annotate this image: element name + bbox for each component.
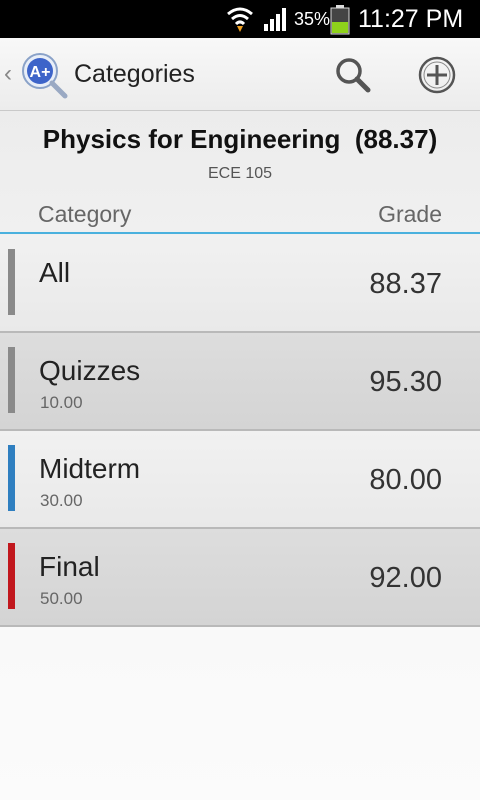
battery-icon (330, 5, 350, 35)
category-color-bar (8, 347, 15, 413)
signal-icon (264, 8, 286, 31)
app-grade-icon[interactable]: A+ (20, 51, 68, 99)
wifi-icon (227, 7, 253, 32)
action-bar: ‹ A+ Categories (0, 38, 480, 111)
category-weight: 50.00 (40, 589, 83, 608)
svg-text:A+: A+ (30, 64, 51, 81)
battery-percent: 35% (294, 9, 331, 29)
status-bar: 35% 11:27 PM (0, 0, 480, 38)
category-color-bar (8, 249, 15, 315)
category-weight: 30.00 (40, 491, 83, 510)
category-name: All (39, 257, 71, 288)
category-name: Final (39, 551, 100, 582)
category-row-quizzes[interactable]: Quizzes 10.00 95.30 (0, 333, 480, 431)
back-chevron-icon[interactable]: ‹ (4, 60, 12, 88)
category-grade: 80.00 (369, 464, 442, 496)
add-circle-icon[interactable] (416, 54, 458, 96)
category-color-bar (8, 543, 15, 609)
category-column-label: Category (38, 201, 132, 227)
category-row-all[interactable]: All 88.37 (0, 235, 480, 333)
screen-title: Categories (74, 60, 195, 88)
search-icon[interactable] (332, 54, 374, 96)
category-grade: 92.00 (369, 562, 442, 594)
column-header: Category Grade (0, 196, 480, 234)
category-grade: 88.37 (369, 268, 442, 300)
category-row-final[interactable]: Final 50.00 92.00 (0, 529, 480, 627)
category-row-midterm[interactable]: Midterm 30.00 80.00 (0, 431, 480, 529)
category-color-bar (8, 445, 15, 511)
grade-column-label: Grade (378, 201, 442, 227)
category-name: Midterm (39, 453, 141, 484)
course-title: Physics for Engineering (88.37) (42, 124, 438, 154)
category-name: Quizzes (39, 355, 141, 386)
category-list: All 88.37 Quizzes 10.00 95.30 Midterm 30… (0, 235, 480, 627)
clock: 11:27 PM (358, 5, 464, 33)
category-weight: 10.00 (40, 393, 83, 412)
category-grade: 95.30 (369, 366, 442, 398)
course-code: ECE 105 (207, 165, 273, 182)
